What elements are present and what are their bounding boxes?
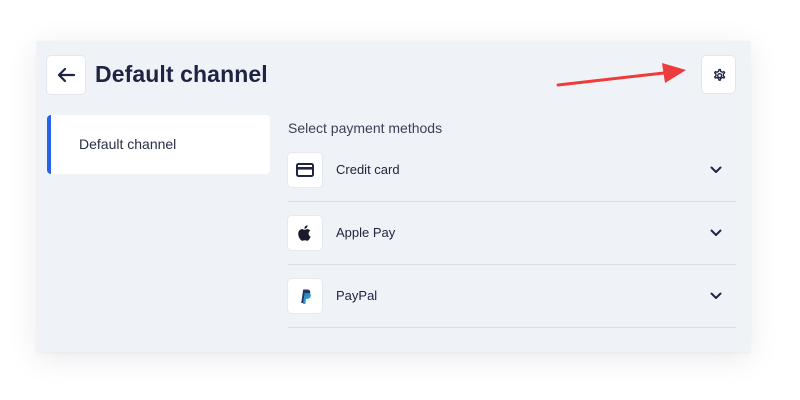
- paypal-icon: [288, 279, 322, 313]
- apple-icon: [288, 216, 322, 250]
- page-title: Default channel: [95, 61, 268, 87]
- method-label: PayPal: [336, 288, 378, 303]
- chevron-down-icon[interactable]: [710, 164, 722, 176]
- gear-icon: [713, 68, 725, 81]
- sidebar-item-label: Default channel: [79, 136, 177, 152]
- channel-panel: Default channel Default channel Select p…: [37, 41, 750, 352]
- arrow-left-icon: [57, 67, 76, 83]
- settings-button[interactable]: [702, 56, 735, 93]
- chevron-down-icon[interactable]: [710, 290, 722, 302]
- payment-methods-list: Credit card Apple Pay PayPal: [288, 139, 736, 328]
- chevron-down-icon[interactable]: [710, 227, 722, 239]
- method-label: Credit card: [336, 162, 400, 177]
- back-button[interactable]: [47, 56, 85, 94]
- payment-methods-heading: Select payment methods: [288, 120, 443, 136]
- payment-method-apple-pay[interactable]: Apple Pay: [288, 202, 736, 265]
- payment-method-credit-card[interactable]: Credit card: [288, 139, 736, 202]
- payment-method-paypal[interactable]: PayPal: [288, 265, 736, 328]
- sidebar-item-default-channel[interactable]: Default channel: [47, 115, 270, 174]
- credit-card-icon: [288, 153, 322, 187]
- method-label: Apple Pay: [336, 225, 396, 240]
